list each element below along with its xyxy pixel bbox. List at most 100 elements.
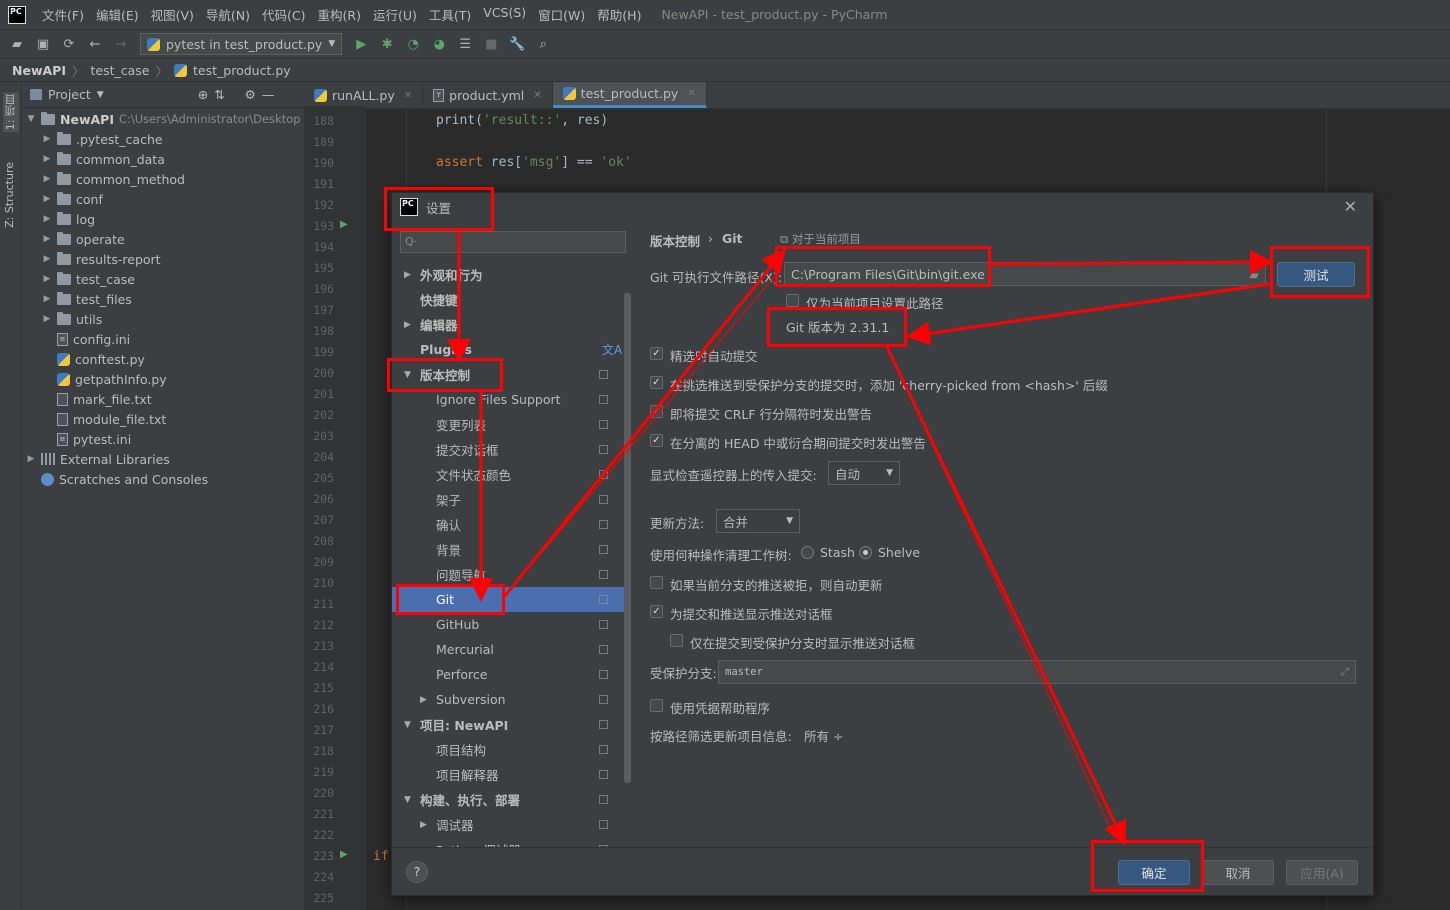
help-icon[interactable]: ? — [406, 861, 428, 883]
close-icon[interactable]: ✕ — [687, 88, 695, 99]
run-config-select[interactable]: pytest in test_product.py ▼ — [140, 33, 343, 55]
settings-nav-item[interactable]: Mercurial — [392, 637, 624, 662]
cherry-pick-checkbox[interactable]: ✓ — [650, 376, 663, 389]
only-project-path-checkbox[interactable] — [786, 294, 799, 307]
settings-nav-item[interactable]: ▶ 外观和行为 — [392, 262, 624, 287]
settings-nav-item[interactable]: ▼ 版本控制 — [392, 362, 624, 387]
tree-item[interactable]: ▶ common_method — [42, 169, 185, 189]
settings-nav-item[interactable]: 快捷键 — [392, 287, 624, 312]
settings-nav-item[interactable]: 提交对话框 — [392, 437, 624, 462]
detached-head-checkbox[interactable]: ✓ — [650, 434, 663, 447]
protected-branches-input[interactable]: master ⤢ — [718, 660, 1356, 684]
menu-item[interactable]: 运行(U) — [367, 5, 423, 24]
settings-nav-item[interactable]: 背景 — [392, 537, 624, 562]
browse-folder-icon[interactable]: ▰ — [1249, 267, 1259, 282]
run-icon[interactable]: ▶ — [350, 33, 372, 55]
wrench-icon[interactable]: 🔧 — [506, 33, 528, 55]
menu-item[interactable]: 工具(T) — [423, 5, 477, 24]
tree-item[interactable]: ▶ conf — [42, 189, 103, 209]
settings-nav-item[interactable]: 架子 — [392, 487, 624, 512]
tree-item[interactable]: ▶ utils — [42, 309, 102, 329]
menu-item[interactable]: 文件(F) — [36, 5, 90, 24]
settings-nav-item[interactable]: ▼ 构建、执行、部署 — [392, 787, 624, 812]
tree-root[interactable]: ▼ NewAPI C:\Users\Administrator\Desktop — [26, 109, 301, 129]
settings-nav-item[interactable]: Ignore Files Support — [392, 387, 624, 412]
tree-scratches[interactable]: Scratches and Consoles — [26, 469, 208, 489]
tree-item[interactable]: ▶ test_files — [42, 289, 132, 309]
settings-nav-item[interactable]: 项目解释器 — [392, 762, 624, 787]
menu-item[interactable]: 代码(C) — [256, 5, 311, 24]
chevron-down-icon[interactable]: ▼ — [97, 90, 104, 100]
back-icon[interactable]: ← — [84, 33, 106, 55]
gear-icon[interactable]: ⚙ — [245, 87, 256, 102]
tree-item[interactable]: conftest.py — [42, 349, 145, 369]
auto-update-checkbox[interactable] — [650, 576, 663, 589]
git-path-input[interactable]: C:\Program Files\Git\bin\git.exe ▰ — [784, 262, 1266, 286]
settings-nav-item[interactable]: Perforce — [392, 662, 624, 687]
expand-icon[interactable]: ⤢ — [1341, 666, 1349, 679]
test-button[interactable]: 测试 — [1277, 262, 1355, 287]
breadcrumb-project[interactable]: NewAPI — [12, 63, 66, 78]
incoming-select[interactable]: 自动 ▼ — [828, 461, 900, 485]
debug-icon[interactable]: ✱ — [376, 33, 398, 55]
structure-tool-tab[interactable]: Z: Structure — [3, 162, 16, 228]
crlf-checkbox[interactable]: ✓ — [650, 405, 663, 418]
minimize-icon[interactable]: — — [262, 87, 275, 102]
open-folder-icon[interactable]: ▰ — [6, 33, 28, 55]
breadcrumb-file[interactable]: test_product.py — [193, 63, 291, 78]
stash-radio[interactable] — [801, 546, 814, 559]
menu-item[interactable]: 重构(R) — [312, 5, 367, 24]
push-dialog-checkbox[interactable]: ✓ — [650, 605, 663, 618]
cancel-button[interactable]: 取消 — [1202, 860, 1274, 885]
run-gutter-icon[interactable]: ▶ — [340, 219, 348, 230]
editor-tab[interactable]: Yproduct.yml ✕ — [423, 82, 553, 108]
push-protected-checkbox[interactable] — [670, 634, 683, 647]
settings-nav-item[interactable]: ▶ Subversion — [392, 687, 624, 712]
credential-helper-checkbox[interactable] — [650, 699, 663, 712]
tree-item[interactable]: ▶ operate — [42, 229, 125, 249]
close-icon[interactable]: ✕ — [404, 90, 412, 101]
ok-button[interactable]: 确定 — [1118, 860, 1190, 885]
tree-item[interactable]: ▶ log — [42, 209, 95, 229]
menu-item[interactable]: 帮助(H) — [591, 5, 647, 24]
save-icon[interactable]: ▣ — [32, 33, 54, 55]
settings-nav-item[interactable]: 文件状态颜色 — [392, 462, 624, 487]
stop-icon[interactable]: ■ — [480, 33, 502, 55]
menu-item[interactable]: 编辑(E) — [90, 5, 145, 24]
tree-external-libraries[interactable]: ▶ External Libraries — [26, 449, 170, 469]
tree-item[interactable]: ▶ .pytest_cache — [42, 129, 163, 149]
translate-icon[interactable]: 文A — [602, 341, 622, 358]
project-panel-title[interactable]: Project — [48, 87, 91, 102]
settings-nav-item[interactable]: 变更列表 — [392, 412, 624, 437]
menu-item[interactable]: 导航(N) — [200, 5, 256, 24]
shelve-radio[interactable] — [859, 546, 872, 559]
breadcrumb-folder[interactable]: test_case — [91, 63, 150, 78]
apply-button[interactable]: 应用(A) — [1286, 860, 1358, 885]
locate-icon[interactable]: ⊕ — [198, 87, 208, 102]
settings-nav-item[interactable]: Plugins — [392, 337, 624, 362]
filter-select[interactable]: 所有 ÷ — [804, 726, 843, 745]
update-method-select[interactable]: 合并 ▼ — [716, 509, 800, 533]
settings-nav-item[interactable]: 问题导航 — [392, 562, 624, 587]
tree-item[interactable]: mark_file.txt — [42, 389, 152, 409]
collapse-icon[interactable]: ⇅ — [214, 87, 224, 102]
editor-tab[interactable]: test_product.py ✕ — [552, 82, 707, 108]
auto-commit-checkbox[interactable]: ✓ — [650, 347, 663, 360]
settings-nav-item[interactable]: ▼ 项目: NewAPI — [392, 712, 624, 737]
close-icon[interactable]: ✕ — [533, 90, 541, 101]
search-icon[interactable]: ⌕ — [532, 33, 554, 55]
project-tool-tab[interactable]: 1: 项目 — [3, 92, 19, 133]
tree-item[interactable]: ▶ results-report — [42, 249, 161, 269]
menu-item[interactable]: 视图(V) — [145, 5, 200, 24]
nav-scrollbar[interactable] — [624, 293, 631, 783]
sync-icon[interactable]: ⟳ — [58, 33, 80, 55]
concurrency-icon[interactable]: ☰ — [454, 33, 476, 55]
settings-nav-item[interactable]: Git — [392, 587, 624, 612]
settings-nav-item[interactable]: GitHub — [392, 612, 624, 637]
run-gutter-icon[interactable]: ▶ — [340, 849, 348, 860]
editor-tab[interactable]: runALL.py ✕ — [304, 82, 424, 108]
tree-item[interactable]: module_file.txt — [42, 409, 166, 429]
menu-item[interactable]: VCS(S) — [477, 5, 532, 24]
settings-nav-item[interactable]: ▶ 调试器 — [392, 812, 624, 837]
coverage-icon[interactable]: ◔ — [402, 33, 424, 55]
